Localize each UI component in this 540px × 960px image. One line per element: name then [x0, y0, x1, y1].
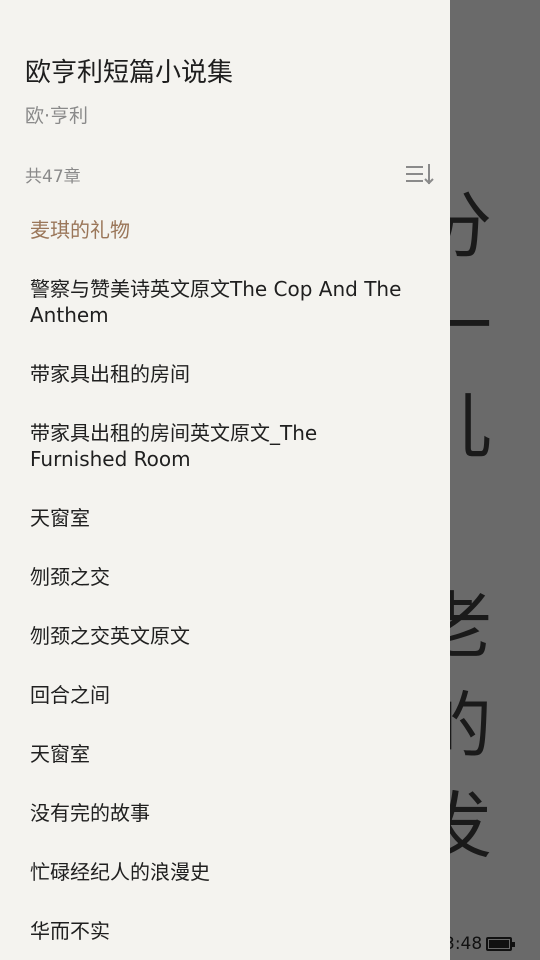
sort-button[interactable]	[404, 162, 436, 188]
reader-text-char: 发	[440, 790, 493, 862]
chapter-item[interactable]: 刎颈之交英文原文	[0, 606, 450, 665]
chapter-item[interactable]: 回合之间	[0, 665, 450, 724]
chapter-item[interactable]: 华而不实	[0, 901, 450, 960]
table-of-contents-drawer: 欧亨利短篇小说集 欧·亨利 共47章 麦琪的礼物 警察与赞美诗英文原文The C…	[0, 0, 450, 960]
reader-text-char: 儿	[440, 390, 493, 462]
reader-text-char: 一	[440, 290, 493, 362]
book-author: 欧·亨利	[25, 105, 89, 127]
book-title: 欧亨利短篇小说集	[25, 58, 234, 88]
chapter-item[interactable]: 忙碌经纪人的浪漫史	[0, 842, 450, 901]
chapter-item[interactable]: 没有完的故事	[0, 783, 450, 842]
chapter-item[interactable]: 带家具出租的房间英文原文_The Furnished Room	[0, 403, 450, 488]
chapter-item[interactable]: 警察与赞美诗英文原文The Cop And The Anthem	[0, 259, 450, 344]
chapter-item[interactable]: 麦琪的礼物	[0, 200, 450, 259]
reader-text-char: 分	[440, 190, 493, 262]
chapter-item[interactable]: 带家具出租的房间	[0, 344, 450, 403]
chapter-item[interactable]: 刎颈之交	[0, 547, 450, 606]
sort-list-icon	[406, 164, 434, 185]
reader-text-char: 的	[440, 690, 493, 762]
reader-text-char: 老	[440, 590, 493, 662]
chapter-item[interactable]: 天窗室	[0, 488, 450, 547]
chapter-list: 麦琪的礼物 警察与赞美诗英文原文The Cop And The Anthem 带…	[0, 200, 450, 960]
chapter-count: 共47章	[25, 167, 81, 187]
battery-icon	[486, 937, 515, 951]
chapter-item[interactable]: 天窗室	[0, 724, 450, 783]
